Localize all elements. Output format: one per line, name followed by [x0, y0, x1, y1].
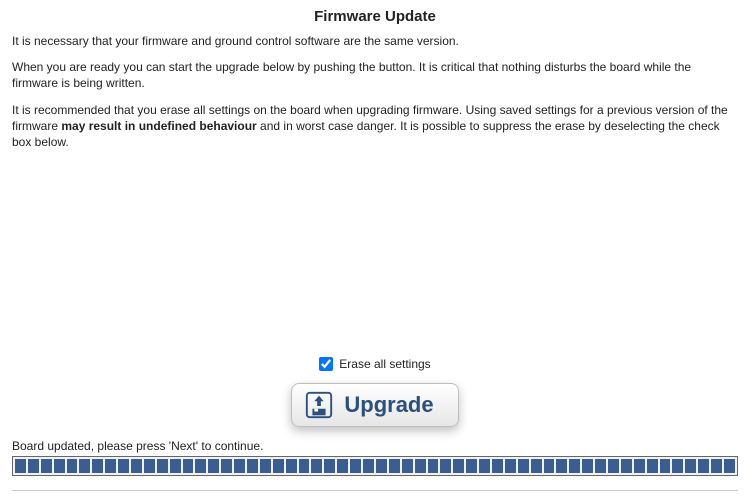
- progress-segment: [234, 459, 245, 473]
- progress-segment: [273, 459, 284, 473]
- progress-segment: [608, 459, 619, 473]
- page-title: Firmware Update: [12, 8, 738, 25]
- progress-segment: [350, 459, 361, 473]
- progress-segment: [402, 459, 413, 473]
- progress-segment: [299, 459, 310, 473]
- intro-paragraph-1: It is necessary that your firmware and g…: [12, 33, 738, 49]
- progress-segment: [324, 459, 335, 473]
- progress-segment: [544, 459, 555, 473]
- progress-segment: [195, 459, 206, 473]
- progress-segment: [67, 459, 78, 473]
- progress-segment: [569, 459, 580, 473]
- progress-segment: [337, 459, 348, 473]
- progress-segment: [15, 459, 26, 473]
- erase-settings-row[interactable]: Erase all settings: [319, 357, 430, 371]
- intro-text: It is necessary that your firmware and g…: [12, 33, 738, 160]
- erase-settings-label: Erase all settings: [339, 357, 430, 371]
- upgrade-button[interactable]: Upgrade: [291, 383, 458, 427]
- progress-segment: [311, 459, 322, 473]
- progress-segment: [157, 459, 168, 473]
- progress-segment: [711, 459, 722, 473]
- progress-segment: [660, 459, 671, 473]
- progress-segment: [363, 459, 374, 473]
- progress-segment: [582, 459, 593, 473]
- progress-segment: [556, 459, 567, 473]
- progress-segment: [647, 459, 658, 473]
- progress-segment: [389, 459, 400, 473]
- progress-segment: [634, 459, 645, 473]
- progress-segment: [183, 459, 194, 473]
- progress-bar: [12, 456, 738, 476]
- progress-segment: [170, 459, 181, 473]
- progress-segment: [208, 459, 219, 473]
- intro-paragraph-2: When you are ready you can start the upg…: [12, 59, 738, 91]
- progress-segment: [92, 459, 103, 473]
- status-text: Board updated, please press 'Next' to co…: [12, 439, 738, 453]
- progress-segment: [118, 459, 129, 473]
- progress-segment: [724, 459, 735, 473]
- intro-paragraph-3: It is recommended that you erase all set…: [12, 102, 738, 151]
- intro-p3-bold: may result in undefined behaviour: [61, 119, 256, 133]
- progress-segment: [453, 459, 464, 473]
- progress-segment: [286, 459, 297, 473]
- progress-segment: [105, 459, 116, 473]
- progress-segment: [595, 459, 606, 473]
- progress-segment: [621, 459, 632, 473]
- progress-segment: [672, 459, 683, 473]
- progress-segment: [415, 459, 426, 473]
- progress-segment: [221, 459, 232, 473]
- progress-segment: [466, 459, 477, 473]
- progress-segment: [376, 459, 387, 473]
- upload-icon: [304, 390, 334, 420]
- footer-divider: [12, 490, 738, 500]
- progress-segment: [54, 459, 65, 473]
- progress-segment: [247, 459, 258, 473]
- progress-segment: [131, 459, 142, 473]
- erase-settings-checkbox[interactable]: [319, 357, 333, 371]
- progress-segment: [492, 459, 503, 473]
- progress-segment: [479, 459, 490, 473]
- upgrade-button-label: Upgrade: [344, 392, 433, 418]
- progress-segment: [518, 459, 529, 473]
- progress-segment: [41, 459, 52, 473]
- progress-segment: [440, 459, 451, 473]
- progress-segment: [79, 459, 90, 473]
- progress-segment: [531, 459, 542, 473]
- progress-segment: [505, 459, 516, 473]
- progress-segment: [698, 459, 709, 473]
- progress-segment: [428, 459, 439, 473]
- progress-segment: [28, 459, 39, 473]
- progress-segment: [144, 459, 155, 473]
- progress-segment: [260, 459, 271, 473]
- progress-segment: [685, 459, 696, 473]
